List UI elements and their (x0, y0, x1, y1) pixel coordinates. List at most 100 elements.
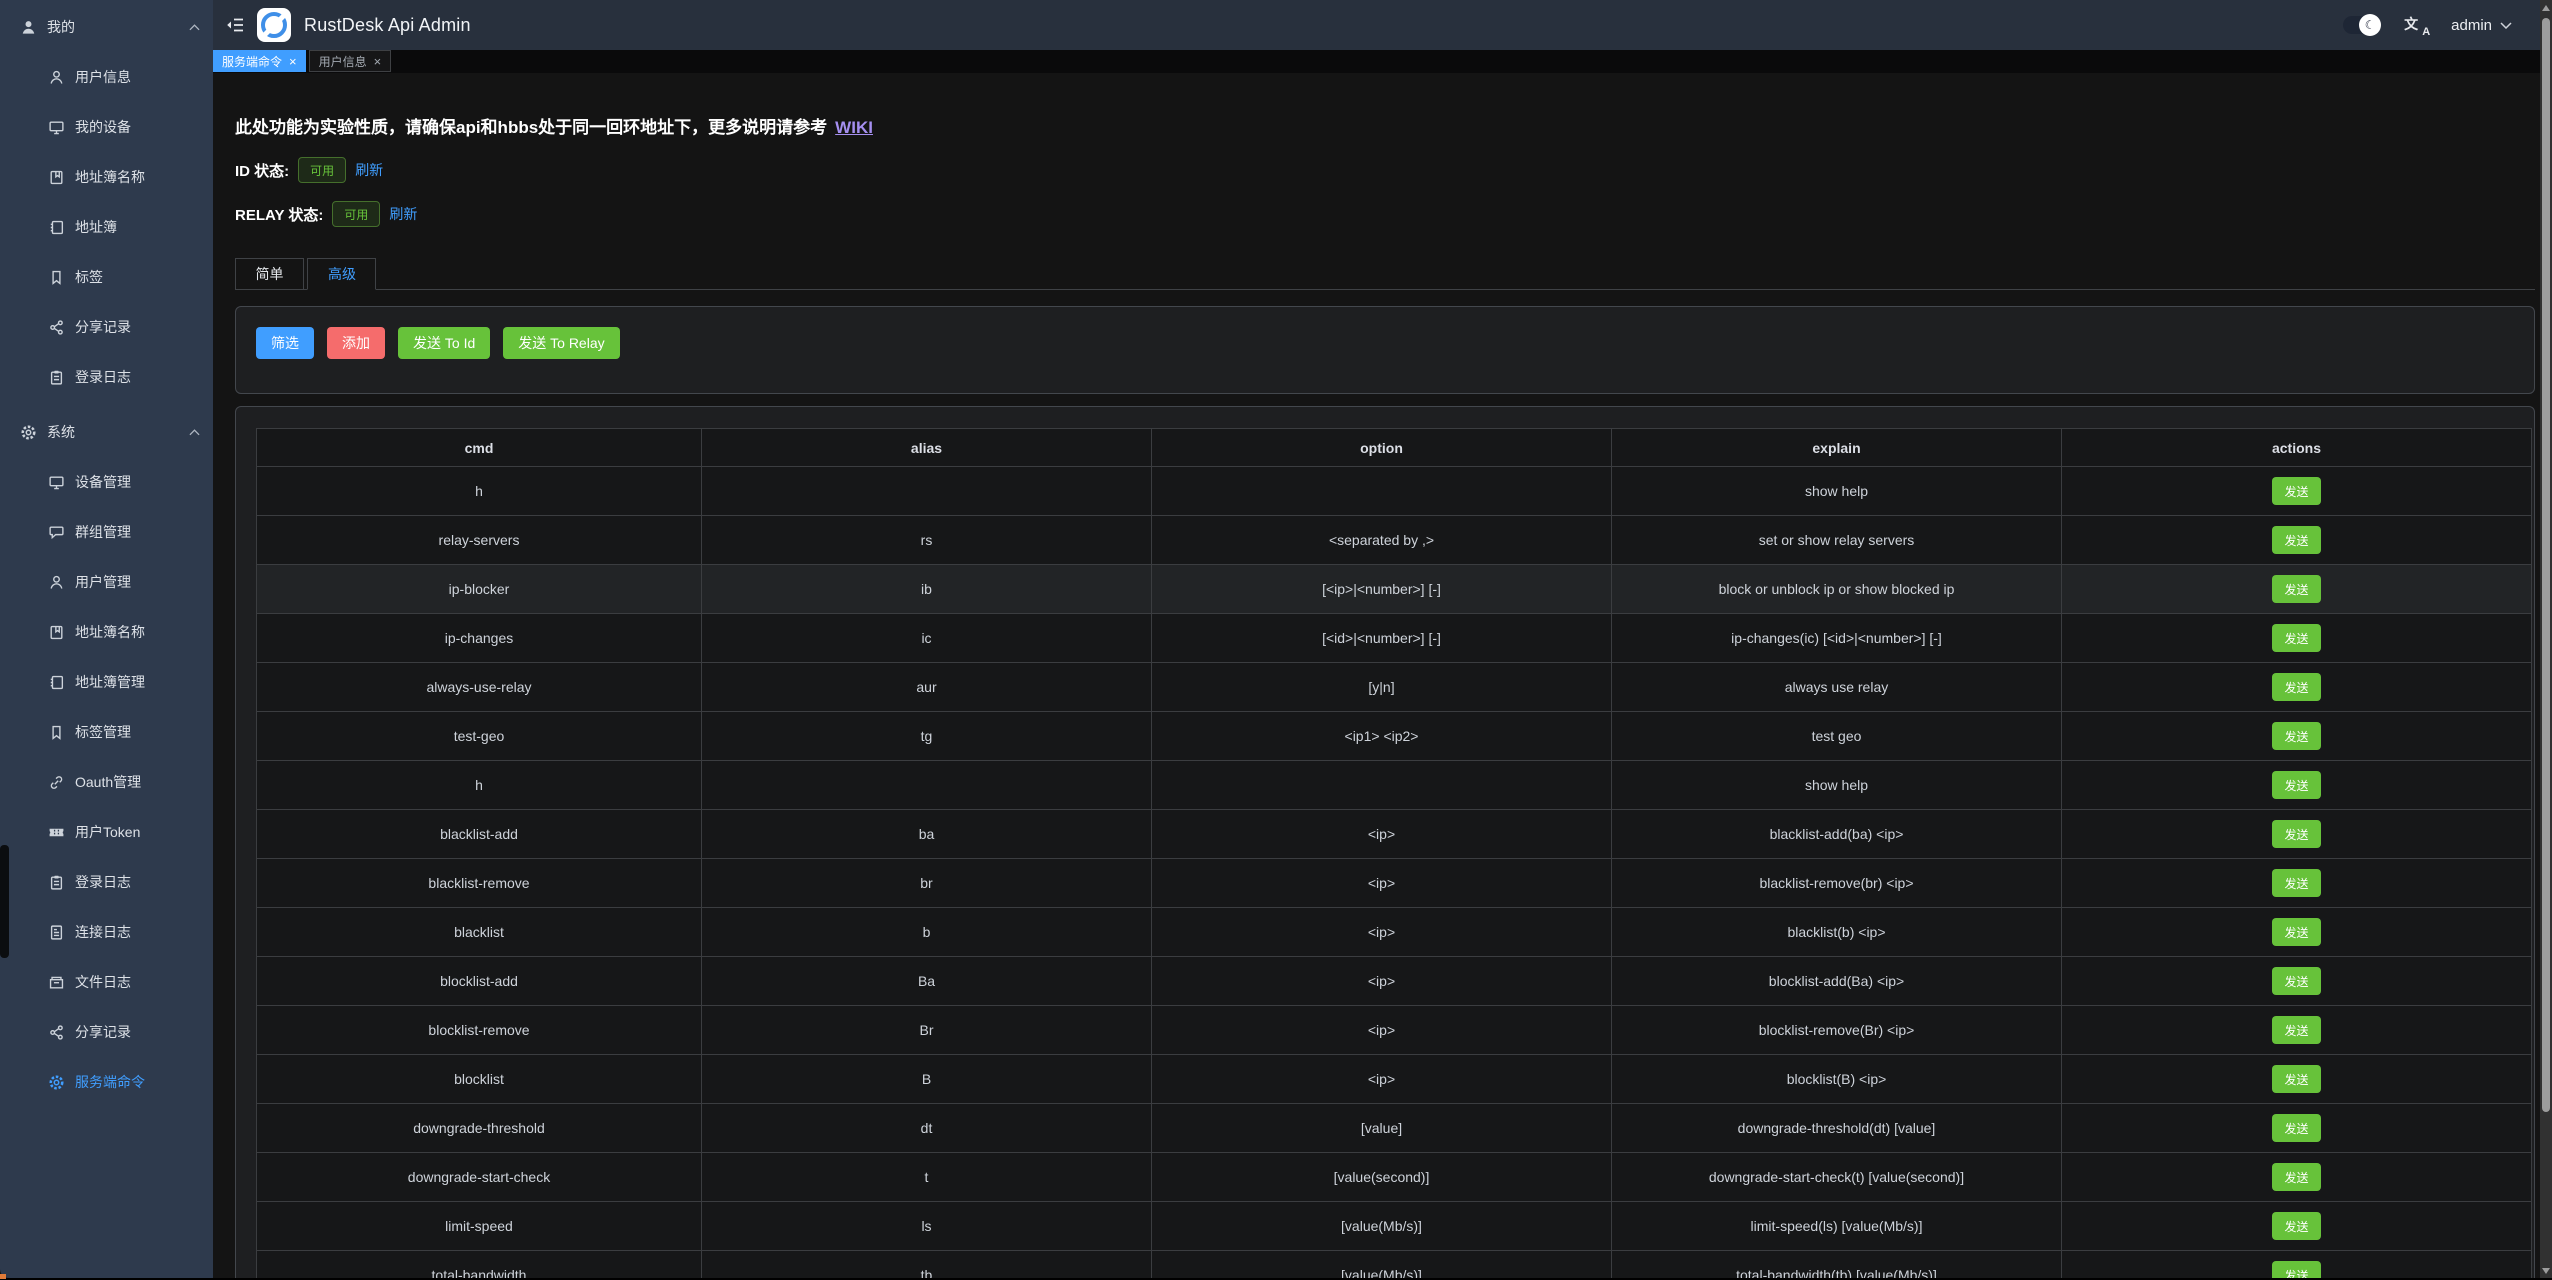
workspace-tab-server-command[interactable]: 服务端命令 × (213, 50, 306, 72)
header-actions: ☾ 文A admin (2343, 14, 2512, 36)
gear-icon (20, 424, 37, 441)
sidebar-item[interactable]: 设备管理 (0, 457, 213, 507)
sidebar-item[interactable]: 文件日志 (0, 957, 213, 1007)
dark-mode-toggle[interactable]: ☾ (2343, 16, 2381, 34)
relay-refresh-link[interactable]: 刷新 (389, 204, 417, 224)
explain-cell: blacklist(b) <ip> (1612, 908, 2062, 957)
send-button[interactable]: 发送 (2272, 967, 2320, 995)
send-button[interactable]: 发送 (2272, 722, 2320, 750)
sidebar-item-label: 登录日志 (75, 367, 131, 387)
sidebar-item[interactable]: Oauth管理 (0, 757, 213, 807)
sidebar-item[interactable]: 分享记录 (0, 1007, 213, 1057)
sidebar-item[interactable]: 连接日志 (0, 907, 213, 957)
sidebar-item[interactable]: 服务端命令 (0, 1057, 213, 1107)
actions-cell: 发送 (2062, 1055, 2532, 1104)
chevron-up-icon (189, 24, 200, 31)
send-button[interactable]: 发送 (2272, 1212, 2320, 1240)
id-refresh-link[interactable]: 刷新 (355, 160, 383, 180)
actions-cell: 发送 (2062, 1006, 2532, 1055)
explain-cell: blacklist-add(ba) <ip> (1612, 810, 2062, 859)
sidebar-item[interactable]: 分享记录 (0, 302, 213, 352)
send-button[interactable]: 发送 (2272, 918, 2320, 946)
send-button[interactable]: 发送 (2272, 673, 2320, 701)
table-row: blacklistb<ip>blacklist(b) <ip>发送 (257, 908, 2532, 957)
send-button[interactable]: 发送 (2272, 624, 2320, 652)
alias-cell: ic (702, 614, 1152, 663)
send-to-id-button[interactable]: 发送 To Id (398, 327, 490, 359)
id-status-row: ID 状态: 可用 刷新 (235, 157, 383, 183)
notebook-icon (48, 674, 65, 691)
send-to-relay-button[interactable]: 发送 To Relay (503, 327, 619, 359)
id-status-badge[interactable]: 可用 (298, 157, 346, 183)
share-icon (48, 319, 65, 336)
send-button[interactable]: 发送 (2272, 869, 2320, 897)
cmd-cell: test-geo (257, 712, 702, 761)
sidebar-menu: 我的用户信息我的设备地址簿名称地址簿标签分享记录登录日志系统设备管理群组管理用户… (0, 0, 213, 1107)
sidebar-item[interactable]: 地址簿名称 (0, 607, 213, 657)
scroll-up-arrow-icon[interactable] (2542, 5, 2550, 11)
send-button[interactable]: 发送 (2272, 1114, 2320, 1142)
scrollbar-thumb[interactable] (2542, 18, 2550, 1112)
sidebar-item[interactable]: 地址簿管理 (0, 657, 213, 707)
close-icon[interactable]: × (374, 55, 382, 68)
sidebar-item-label: 分享记录 (75, 317, 131, 337)
filter-button[interactable]: 筛选 (256, 327, 314, 359)
option-cell: [<ip>|<number>] [-] (1152, 565, 1612, 614)
send-button[interactable]: 发送 (2272, 1065, 2320, 1093)
command-table: cmd alias option explain actions hshow h… (256, 428, 2532, 1280)
sidebar-item[interactable]: 用户信息 (0, 52, 213, 102)
sidebar-item[interactable]: 用户管理 (0, 557, 213, 607)
relay-status-badge[interactable]: 可用 (332, 201, 380, 227)
close-icon[interactable]: × (289, 55, 297, 68)
translate-icon[interactable]: 文A (2404, 14, 2428, 36)
sidebar-item[interactable]: 地址簿名称 (0, 152, 213, 202)
username: admin (2451, 17, 2492, 34)
send-button[interactable]: 发送 (2272, 526, 2320, 554)
scroll-down-arrow-icon[interactable] (2542, 1268, 2550, 1274)
sidebar-item[interactable]: 登录日志 (0, 857, 213, 907)
option-cell: <ip> (1152, 1055, 1612, 1104)
sidebar-scrollbar-thumb[interactable] (0, 845, 9, 958)
sidebar-item[interactable]: 我的设备 (0, 102, 213, 152)
sidebar-section-header[interactable]: 系统 (0, 407, 213, 457)
collapse-sidebar-icon[interactable] (225, 16, 245, 34)
monitor-icon (48, 119, 65, 136)
user-dropdown[interactable]: admin (2451, 17, 2512, 34)
send-button[interactable]: 发送 (2272, 820, 2320, 848)
sidebar-item[interactable]: 群组管理 (0, 507, 213, 557)
table-row: limit-speedls[value(Mb/s)]limit-speed(ls… (257, 1202, 2532, 1251)
user-filled-icon (20, 19, 37, 36)
main-content: 此处功能为实验性质，请确保api和hbbs处于同一回环地址下，更多说明请参考 WI… (213, 73, 2552, 1280)
send-button[interactable]: 发送 (2272, 771, 2320, 799)
send-button[interactable]: 发送 (2272, 1016, 2320, 1044)
sidebar-item-label: 登录日志 (75, 872, 131, 892)
notice-text: 此处功能为实验性质，请确保api和hbbs处于同一回环地址下，更多说明请参考 (235, 118, 827, 137)
tab-simple[interactable]: 简单 (235, 258, 304, 290)
send-button[interactable]: 发送 (2272, 575, 2320, 603)
option-cell: [value(second)] (1152, 1153, 1612, 1202)
alias-cell: Ba (702, 957, 1152, 1006)
moon-icon: ☾ (2359, 14, 2381, 36)
bookmark-icon (48, 269, 65, 286)
add-button[interactable]: 添加 (327, 327, 385, 359)
clipboard-icon (48, 369, 65, 386)
send-button[interactable]: 发送 (2272, 1163, 2320, 1191)
sidebar-item[interactable]: 标签管理 (0, 707, 213, 757)
option-cell (1152, 467, 1612, 516)
tab-advanced[interactable]: 高级 (307, 258, 376, 290)
sidebar-item-label: 分享记录 (75, 1022, 131, 1042)
page-scrollbar[interactable] (2540, 0, 2552, 1280)
alias-cell: ba (702, 810, 1152, 859)
table-row: downgrade-start-checkt[value(second)]dow… (257, 1153, 2532, 1202)
sidebar-item[interactable]: 地址簿 (0, 202, 213, 252)
sidebar-section-header[interactable]: 我的 (0, 2, 213, 52)
sidebar-item-label: 我的设备 (75, 117, 131, 137)
sidebar-item[interactable]: 用户Token (0, 807, 213, 857)
send-button[interactable]: 发送 (2272, 477, 2320, 505)
cmd-cell: relay-servers (257, 516, 702, 565)
workspace-tab-user-info[interactable]: 用户信息 × (309, 50, 392, 72)
wiki-link[interactable]: WIKI (835, 118, 873, 137)
sidebar-item[interactable]: 登录日志 (0, 352, 213, 402)
table-row: ip-blockerib[<ip>|<number>] [-]block or … (257, 565, 2532, 614)
sidebar-item[interactable]: 标签 (0, 252, 213, 302)
